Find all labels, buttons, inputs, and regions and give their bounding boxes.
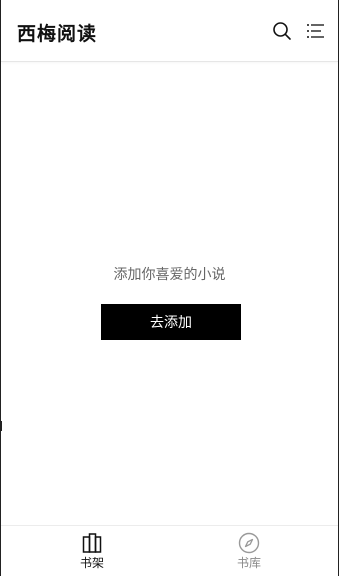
search-icon: [273, 22, 291, 40]
tab-bookshelf[interactable]: 书架: [52, 532, 132, 576]
list-menu-icon: [307, 24, 324, 38]
add-book-button[interactable]: 去添加: [101, 304, 241, 340]
tab-bookshelf-label: 书架: [79, 556, 104, 570]
tab-library-label: 书库: [236, 556, 261, 570]
menu-button[interactable]: [305, 20, 327, 42]
search-button[interactable]: [271, 20, 293, 42]
empty-state-message: 添加你喜爱的小说: [113, 267, 226, 283]
top-app-bar: 西梅阅读: [1, 0, 338, 62]
app-window: 西梅阅读 添加你喜爱的小说 去添加 书架 书库: [0, 0, 339, 576]
tab-library[interactable]: 书库: [209, 532, 289, 576]
app-title: 西梅阅读: [17, 23, 98, 45]
edge-marker: [1, 421, 2, 431]
empty-state: 添加你喜爱的小说: [1, 262, 338, 288]
bookshelf-icon: [82, 533, 102, 553]
bottom-tab-bar: 书架 书库: [1, 525, 338, 576]
compass-icon: [238, 532, 260, 554]
